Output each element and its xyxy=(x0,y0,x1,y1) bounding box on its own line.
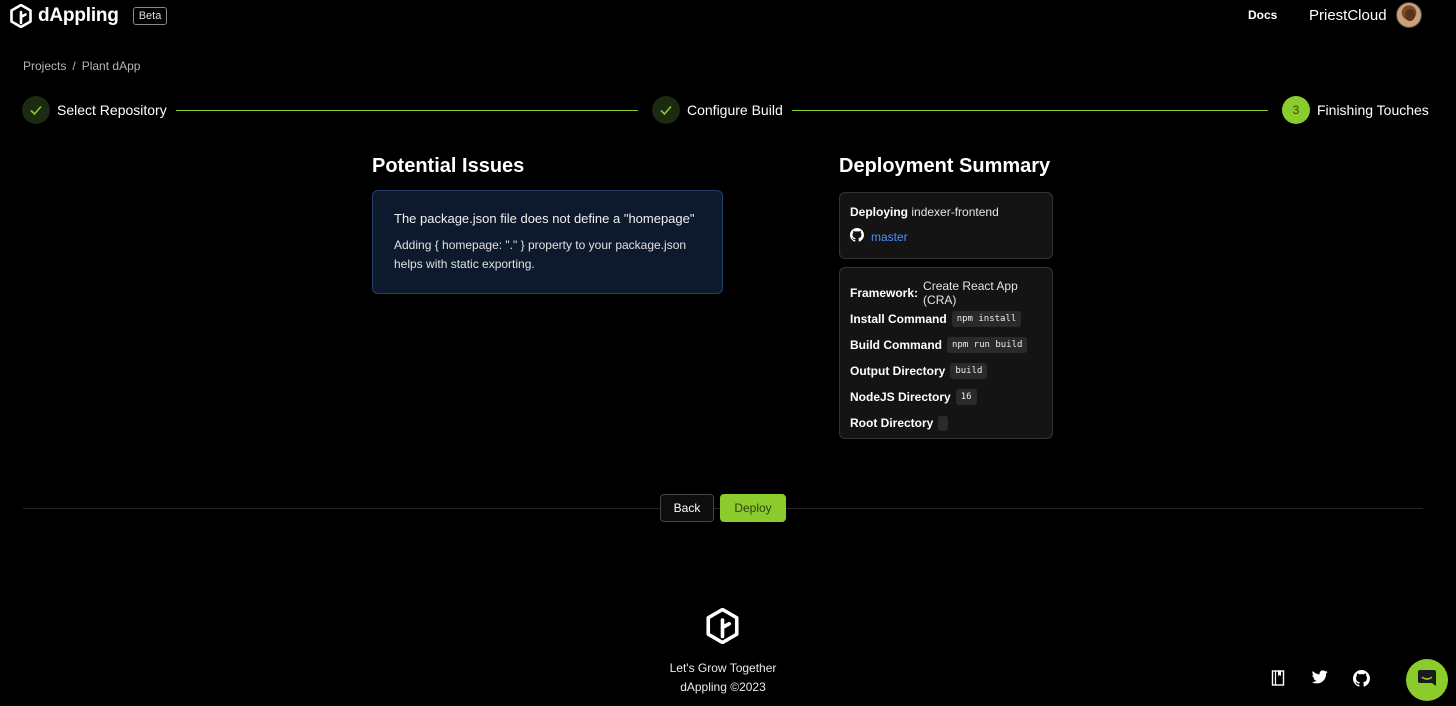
node-version-label: NodeJS Directory xyxy=(850,390,951,404)
branch-name[interactable]: master xyxy=(871,230,908,244)
breadcrumb-item-projects[interactable]: Projects xyxy=(23,59,66,73)
build-config-card: Framework: Create React App (CRA) Instal… xyxy=(839,267,1053,439)
install-command-value: npm install xyxy=(951,311,1022,327)
build-command-label: Build Command xyxy=(850,338,942,352)
dappling-logo-icon xyxy=(10,4,32,28)
deploy-target-card: Deploying indexer-frontend master xyxy=(839,192,1053,259)
footer-github-icon[interactable] xyxy=(1353,670,1370,692)
issues-title: Potential Issues xyxy=(372,155,525,177)
breadcrumb: Projects / Plant dApp xyxy=(23,59,140,73)
framework-value: Create React App (CRA) xyxy=(923,279,1018,307)
issue-card: The package.json file does not define a … xyxy=(372,190,723,294)
output-directory-value: build xyxy=(950,363,988,379)
step-connector-1 xyxy=(176,110,638,111)
step-2-label: Configure Build xyxy=(687,102,783,118)
deploying-repo: indexer-frontend xyxy=(911,205,999,219)
github-icon xyxy=(850,228,864,245)
username[interactable]: PriestCloud xyxy=(1309,7,1387,24)
breadcrumb-item-current: Plant dApp xyxy=(81,59,141,73)
issue-heading: The package.json file does not define a … xyxy=(394,211,695,226)
back-button[interactable]: Back xyxy=(660,494,714,522)
chat-launcher[interactable] xyxy=(1406,659,1448,701)
install-command-row: Install Command npm install xyxy=(850,306,1042,332)
step-connector-2 xyxy=(792,110,1268,111)
user-avatar[interactable] xyxy=(1396,2,1422,28)
install-command-label: Install Command xyxy=(850,312,947,326)
build-command-row: Build Command npm run build xyxy=(850,332,1042,358)
root-directory-row: Root Directory xyxy=(850,410,1042,436)
deploy-stepper: Select Repository Configure Build 3 Fini… xyxy=(0,96,1456,126)
step-3-label: Finishing Touches xyxy=(1317,102,1429,118)
node-version-row: NodeJS Directory 16 xyxy=(850,384,1042,410)
step-3-number: 3 xyxy=(1282,96,1310,124)
footer-logo-icon xyxy=(706,607,739,649)
beta-badge: Beta xyxy=(132,7,168,25)
step-1-check-icon xyxy=(22,96,50,124)
book-icon[interactable] xyxy=(1271,670,1285,691)
deploy-button[interactable]: Deploy xyxy=(720,494,786,522)
step-1-label: Select Repository xyxy=(57,102,167,118)
top-bar: dAppling Beta Docs PriestCloud xyxy=(0,0,1456,32)
output-directory-row: Output Directory build xyxy=(850,358,1042,384)
docs-link[interactable]: Docs xyxy=(1248,8,1277,22)
chat-icon xyxy=(1417,668,1437,693)
deploying-label: Deploying xyxy=(850,205,909,219)
node-version-value: 16 xyxy=(955,389,977,405)
framework-row: Framework: Create React App (CRA) xyxy=(850,279,1042,307)
output-directory-label: Output Directory xyxy=(850,364,946,378)
framework-label: Framework: xyxy=(850,286,919,300)
twitter-icon[interactable] xyxy=(1311,670,1328,689)
footer-tagline: Let's Grow Together xyxy=(669,661,777,675)
brand-name: dAppling xyxy=(38,5,119,26)
issue-body: Adding { homepage: "." } property to you… xyxy=(394,238,687,271)
deploying-line: Deploying indexer-frontend xyxy=(850,205,1042,219)
brand-logo[interactable]: dAppling Beta xyxy=(10,4,168,28)
breadcrumb-separator: / xyxy=(72,59,76,73)
step-2-check-icon xyxy=(652,96,680,124)
summary-title: Deployment Summary xyxy=(839,155,1051,177)
footer-copyright: dAppling ©2023 xyxy=(680,680,766,694)
root-directory-label: Root Directory xyxy=(850,416,934,430)
branch-row[interactable]: master xyxy=(850,228,1042,245)
root-directory-value xyxy=(938,415,949,431)
build-command-value: npm run build xyxy=(947,337,1028,353)
